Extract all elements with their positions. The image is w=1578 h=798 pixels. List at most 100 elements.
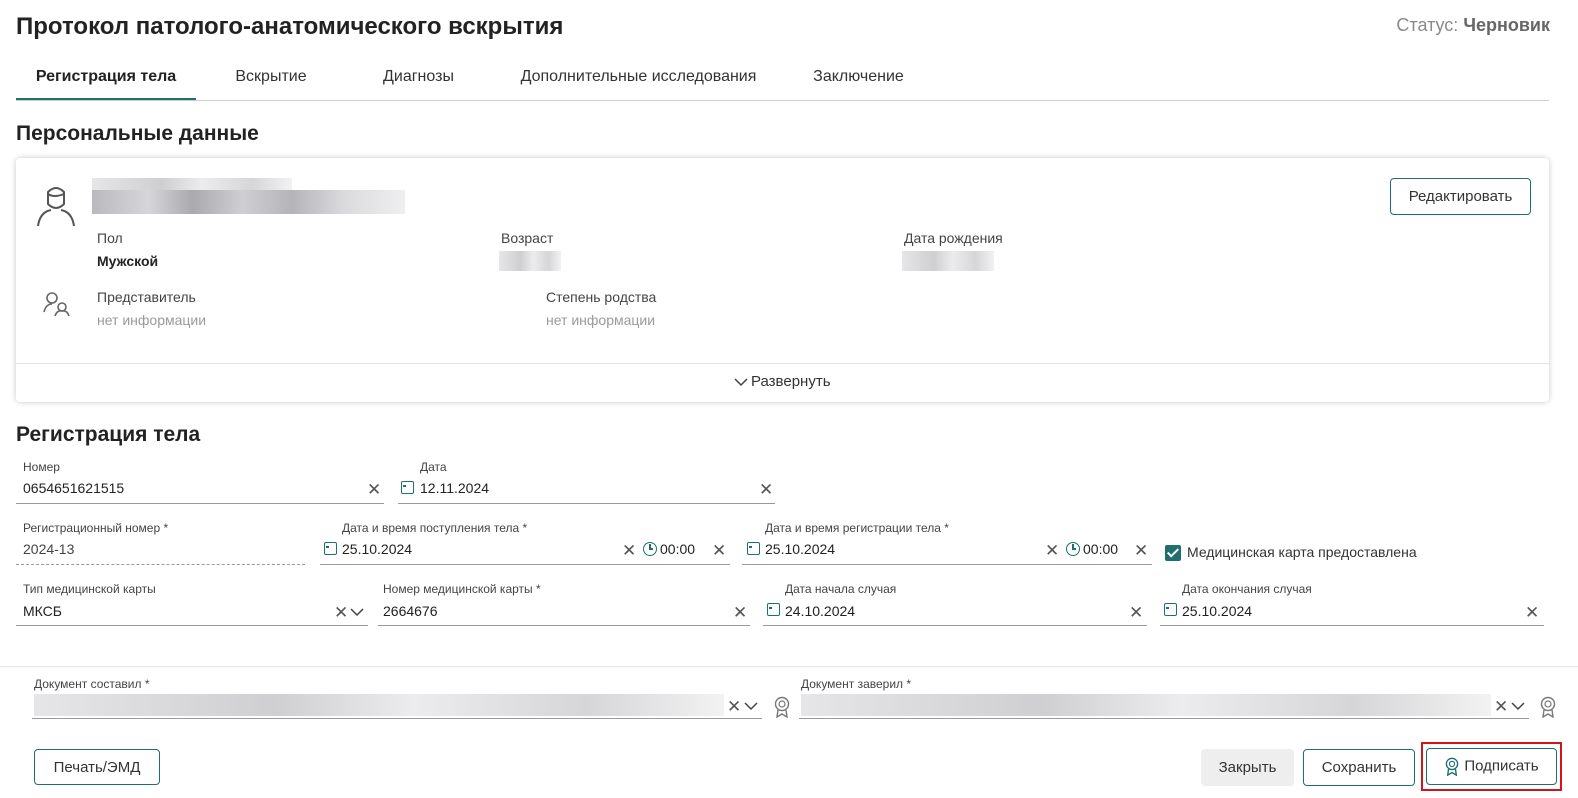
personal-data-title: Персональные данные <box>16 122 259 145</box>
tab-autopsy[interactable]: Вскрытие <box>206 56 336 100</box>
case-end-label: Дата окончания случая <box>1182 582 1312 596</box>
date-input[interactable]: 12.11.2024 <box>420 480 489 496</box>
composed-underline <box>32 718 762 719</box>
certified-value-redacted[interactable] <box>801 694 1491 716</box>
personal-data-card: Редактировать Пол Мужской Возраст Дата р… <box>16 158 1549 402</box>
registration-time-input[interactable]: 00:00 <box>1083 541 1118 557</box>
registration-date-input[interactable]: 25.10.2024 <box>765 541 835 557</box>
certified-clear-icon[interactable]: ✕ <box>1494 698 1508 715</box>
reg-number-label: Регистрационный номер * <box>23 521 169 535</box>
arrival-date-input[interactable]: 25.10.2024 <box>342 541 412 557</box>
kinship-label: Степень родства <box>546 289 657 305</box>
print-emd-button[interactable]: Печать/ЭМД <box>34 749 160 785</box>
arrival-date-clear-icon[interactable]: ✕ <box>622 542 636 559</box>
card-divider <box>16 363 1549 364</box>
clock-icon[interactable] <box>1066 542 1080 556</box>
case-end-clear-icon[interactable]: ✕ <box>1525 604 1539 621</box>
composed-label: Документ составил * <box>34 677 150 691</box>
person-icon <box>37 187 75 227</box>
expand-button[interactable]: Развернуть <box>734 373 831 390</box>
body-registration-title: Регистрация тела <box>16 423 201 446</box>
composed-clear-icon[interactable]: ✕ <box>727 698 741 715</box>
arrival-time-clear-icon[interactable]: ✕ <box>712 542 726 559</box>
page-title: Протокол патолого-анатомического вскрыти… <box>16 13 564 40</box>
expand-label: Развернуть <box>751 373 831 390</box>
card-type-clear-icon[interactable]: ✕ <box>334 604 348 621</box>
tab-bar: Регистрация тела Вскрытие Диагнозы Допол… <box>16 56 1549 101</box>
sign-button[interactable]: Подписать <box>1426 748 1557 785</box>
case-start-underline <box>763 625 1147 626</box>
arrival-underline <box>320 564 730 565</box>
arrival-label: Дата и время поступления тела * <box>342 521 528 535</box>
calendar-icon[interactable] <box>767 603 780 616</box>
case-end-underline <box>1160 625 1544 626</box>
birth-date-label: Дата рождения <box>904 230 1003 246</box>
signature-icon[interactable] <box>1539 696 1557 718</box>
number-input[interactable]: 0654651621515 <box>23 480 124 496</box>
calendar-icon[interactable] <box>401 481 414 494</box>
representative-label: Представитель <box>97 289 196 305</box>
case-start-label: Дата начала случая <box>785 582 897 596</box>
composed-value-redacted[interactable] <box>34 694 724 716</box>
case-end-input[interactable]: 25.10.2024 <box>1182 603 1252 619</box>
tab-additional-studies[interactable]: Дополнительные исследования <box>506 56 771 100</box>
card-type-select[interactable]: МКСБ <box>23 603 62 619</box>
reg-number-value: 2024-13 <box>23 541 75 557</box>
certified-label: Документ заверил * <box>801 677 912 691</box>
status: Статус: Черновик <box>1396 15 1550 36</box>
tab-body-registration[interactable]: Регистрация тела <box>16 56 196 100</box>
calendar-icon[interactable] <box>747 542 760 555</box>
chevron-down-icon[interactable] <box>350 607 364 617</box>
card-number-input[interactable]: 2664676 <box>383 603 438 619</box>
date-underline <box>398 503 775 504</box>
calendar-icon[interactable] <box>1164 603 1177 616</box>
reg-number-underline <box>16 564 305 565</box>
sex-label: Пол <box>97 230 123 246</box>
registration-time-clear-icon[interactable]: ✕ <box>1134 542 1148 559</box>
representative-value: нет информации <box>97 312 207 328</box>
age-value-redacted <box>499 251 561 271</box>
signature-icon <box>1446 757 1459 777</box>
tab-conclusion[interactable]: Заключение <box>796 56 921 100</box>
signature-icon[interactable] <box>773 696 791 718</box>
certified-underline <box>799 718 1529 719</box>
sign-button-label: Подписать <box>1464 757 1539 775</box>
registration-underline <box>742 564 1152 565</box>
card-type-underline <box>16 625 368 626</box>
number-label: Номер <box>23 460 60 474</box>
date-label: Дата <box>420 460 447 474</box>
representative-icon <box>43 292 70 317</box>
status-label: Статус: <box>1396 15 1459 35</box>
kinship-value: нет информации <box>546 312 656 328</box>
date-clear-icon[interactable]: ✕ <box>759 481 773 498</box>
tab-diagnoses[interactable]: Диагнозы <box>356 56 481 100</box>
chevron-down-icon[interactable] <box>1511 701 1525 711</box>
card-number-label: Номер медицинской карты * <box>383 582 541 596</box>
close-button[interactable]: Закрыть <box>1201 749 1294 786</box>
edit-button[interactable]: Редактировать <box>1390 178 1531 215</box>
card-type-label: Тип медицинской карты <box>23 582 156 596</box>
case-start-clear-icon[interactable]: ✕ <box>1129 604 1143 621</box>
registration-dt-label: Дата и время регистрации тела * <box>765 521 949 535</box>
save-button[interactable]: Сохранить <box>1303 749 1415 786</box>
age-label: Возраст <box>501 230 554 246</box>
birth-date-redacted <box>902 251 994 271</box>
med-card-label: Медицинская карта предоставлена <box>1187 544 1417 560</box>
card-number-underline <box>378 625 750 626</box>
number-underline <box>16 503 384 504</box>
status-value: Черновик <box>1463 15 1550 35</box>
patient-name-redacted <box>92 190 405 214</box>
card-number-clear-icon[interactable]: ✕ <box>733 604 747 621</box>
clock-icon[interactable] <box>643 542 657 556</box>
patient-name-redacted-top <box>92 178 292 190</box>
calendar-icon[interactable] <box>324 542 337 555</box>
chevron-down-icon <box>734 378 748 387</box>
footer-panel: Документ составил * ✕ Документ заверил *… <box>0 668 1578 798</box>
case-start-input[interactable]: 24.10.2024 <box>785 603 855 619</box>
number-clear-icon[interactable]: ✕ <box>367 481 381 498</box>
chevron-down-icon[interactable] <box>744 701 758 711</box>
registration-date-clear-icon[interactable]: ✕ <box>1045 542 1059 559</box>
sex-value: Мужской <box>97 253 159 269</box>
med-card-checkbox[interactable] <box>1165 545 1181 561</box>
arrival-time-input[interactable]: 00:00 <box>660 541 695 557</box>
